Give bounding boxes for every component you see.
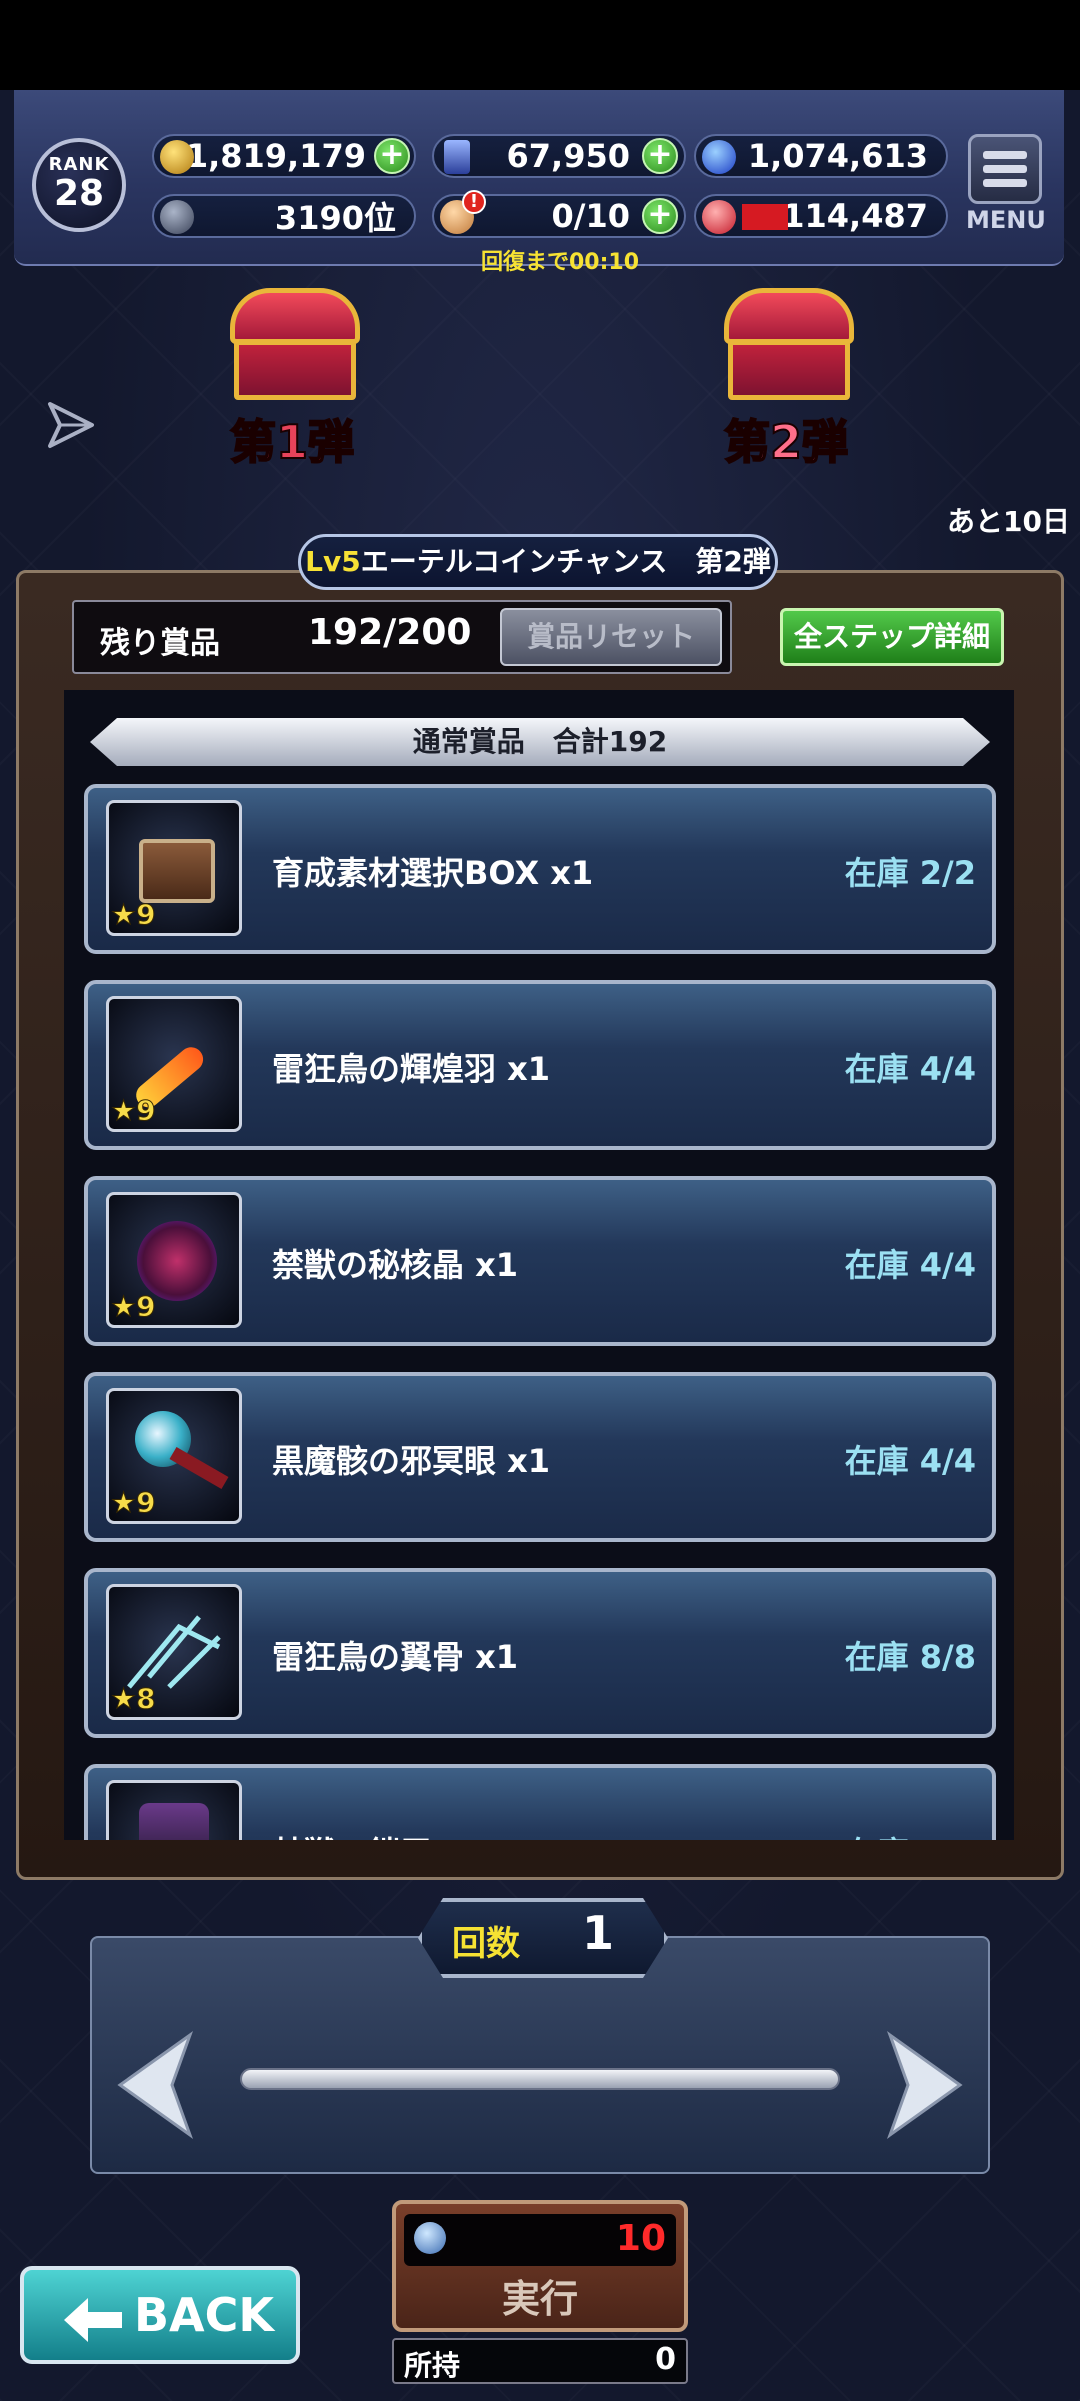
- crystal-core-icon: ★9: [106, 1192, 242, 1328]
- chest-first-icon[interactable]: [220, 288, 370, 418]
- execute-label: 実行: [501, 2277, 578, 2321]
- item-name: 雷狂鳥の輝煌羽 x1: [272, 1050, 551, 1088]
- red-orb-value: 114,487: [782, 197, 928, 235]
- feather-icon: ★9: [106, 996, 242, 1132]
- rank-badge: RANK 28: [32, 138, 126, 232]
- event-title: Lv5エーテルコインチャンス 第2弾: [298, 534, 778, 590]
- item-name: 禁獣の鎧甲 x1: [272, 1828, 486, 1840]
- rank-value: 28: [53, 173, 105, 214]
- menu-button[interactable]: MENU: [966, 134, 1046, 240]
- recovery-timer: 回復まで00:10: [480, 250, 640, 275]
- list-item[interactable]: ★9 禁獣の秘核晶 x1 在庫 4/4: [84, 1176, 996, 1346]
- execute-cost: 10: [615, 2218, 666, 2259]
- event-title-text: エーテルコインチャンス 第2弾: [360, 545, 771, 578]
- event-title-level: Lv5: [305, 545, 361, 578]
- chest-second-label: 第2弾: [723, 414, 849, 470]
- count-slider[interactable]: [240, 2068, 840, 2090]
- list-item[interactable]: ★9 育成素材選択BOX x1 在庫 2/2: [84, 784, 996, 954]
- count-label: 回数: [452, 1924, 520, 1964]
- menu-label: MENU: [966, 206, 1046, 234]
- add-gold-button[interactable]: +: [374, 138, 410, 174]
- all-steps-detail-button[interactable]: 全ステップ詳細: [780, 608, 1004, 666]
- list-item[interactable]: ★9 雷狂鳥の輝煌羽 x1 在庫 4/4: [84, 980, 996, 1150]
- send-arrow-icon[interactable]: [44, 398, 98, 452]
- rarity-label: ★9: [111, 898, 157, 932]
- gold-coin-icon: [160, 140, 194, 174]
- rarity-label: ★9: [111, 1486, 157, 1520]
- item-stock: 在庫 4/4: [844, 1246, 976, 1284]
- item-stock: 在庫 2/2: [844, 854, 976, 892]
- item-name: 黒魔骸の邪冥眼 x1: [272, 1442, 551, 1480]
- coin-icon: [414, 2222, 446, 2254]
- list-item[interactable]: ★8 禁獣の鎧甲 x1 在庫 7/8: [84, 1764, 996, 1840]
- wing-bone-icon: ★8: [106, 1584, 242, 1720]
- ranking-value: 3190位: [274, 199, 396, 237]
- item-stock: 在庫 4/4: [844, 1050, 976, 1088]
- list-item[interactable]: ★8 雷狂鳥の翼骨 x1 在庫 8/8: [84, 1568, 996, 1738]
- blue-orb-counter: 1,074,613: [694, 134, 948, 178]
- days-remaining: あと10日: [947, 505, 1070, 538]
- hamburger-icon: [968, 134, 1042, 204]
- rank-label: RANK: [48, 154, 110, 175]
- status-bar: [0, 0, 1080, 90]
- blue-orb-value: 1,074,613: [747, 137, 928, 175]
- increase-arrow-icon[interactable]: [870, 2030, 970, 2140]
- chest-second-icon[interactable]: [714, 288, 864, 418]
- item-name: 雷狂鳥の翼骨 x1: [272, 1638, 519, 1676]
- owned-value: 0: [655, 2342, 676, 2377]
- rarity-label: ★9: [111, 1290, 157, 1324]
- prize-reset-button[interactable]: 賞品リセット: [500, 608, 722, 666]
- compass-icon: [160, 200, 194, 234]
- owned-label: 所持: [404, 2349, 461, 2382]
- crystal-value: 67,950: [506, 137, 630, 175]
- red-orb-counter: 114,487: [694, 194, 948, 238]
- selection-box-icon: ★9: [106, 800, 242, 936]
- rarity-label: ★8: [111, 1682, 157, 1716]
- item-stock: 在庫 7/8: [845, 1828, 976, 1840]
- remaining-label: 残り賞品: [100, 626, 220, 661]
- item-stock: 在庫 4/4: [844, 1442, 976, 1480]
- prize-list[interactable]: ★9 育成素材選択BOX x1 在庫 2/2 ★9 雷狂鳥の輝煌羽 x1 在庫 …: [84, 784, 996, 1840]
- section-title: 通常賞品 合計192: [90, 718, 990, 766]
- armor-shell-icon: ★8: [106, 1780, 242, 1840]
- rarity-label: ★9: [111, 1094, 157, 1128]
- add-stamina-button[interactable]: +: [642, 198, 678, 234]
- item-stock: 在庫 8/8: [844, 1638, 976, 1676]
- blue-orb-icon: [702, 140, 736, 174]
- item-name: 育成素材選択BOX x1: [272, 854, 594, 892]
- resource-header: [14, 90, 1064, 266]
- add-crystal-button[interactable]: +: [642, 138, 678, 174]
- red-orb-gauge: [742, 204, 788, 230]
- count-value: 1: [582, 1906, 615, 1960]
- ranking-counter: 3190位: [152, 194, 416, 238]
- crystal-icon: [444, 140, 470, 174]
- alert-icon: !: [462, 190, 486, 214]
- item-name: 禁獣の秘核晶 x1: [272, 1246, 519, 1284]
- chest-first-label: 第1弾: [229, 414, 355, 470]
- list-item[interactable]: ★9 黒魔骸の邪冥眼 x1 在庫 4/4: [84, 1372, 996, 1542]
- back-arrow-icon: [64, 2298, 122, 2342]
- stamina-value: 0/10: [551, 197, 630, 235]
- red-orb-icon: [702, 200, 736, 234]
- dark-eye-icon: ★9: [106, 1388, 242, 1524]
- decrease-arrow-icon[interactable]: [110, 2030, 210, 2140]
- remaining-value: 192/200: [308, 612, 472, 653]
